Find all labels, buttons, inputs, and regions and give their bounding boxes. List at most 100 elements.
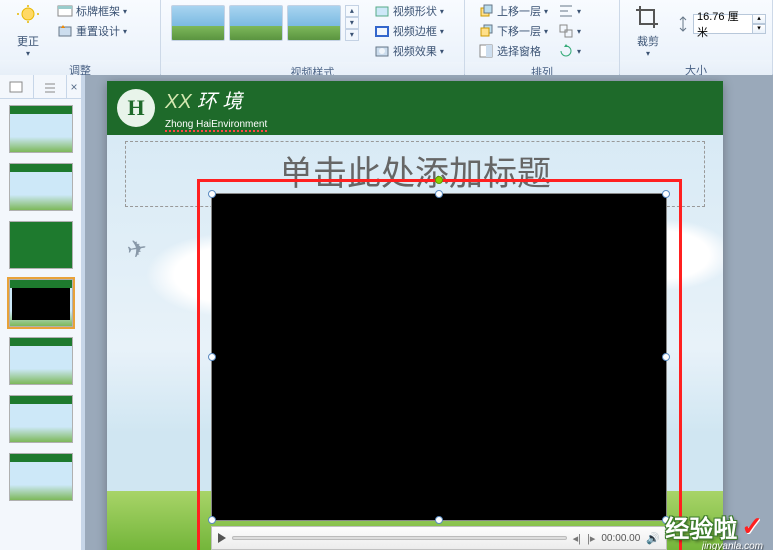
prev-frame-button[interactable]: ◂| bbox=[573, 532, 581, 545]
panel-close[interactable]: × bbox=[67, 75, 81, 98]
watermark-url: jingyanla.com bbox=[702, 541, 763, 550]
ribbon: 更正 ▾ 标牌框架 ▾ 重置设计 ▾ 调整 bbox=[0, 0, 773, 75]
align-button[interactable]: ▾ bbox=[557, 2, 582, 20]
video-border-button[interactable]: 视频边框 ▾ bbox=[371, 22, 447, 40]
crop-label: 裁剪 bbox=[637, 33, 659, 49]
chevron-down-icon: ▾ bbox=[440, 27, 444, 36]
border-icon bbox=[374, 23, 390, 39]
resize-handle[interactable] bbox=[662, 190, 670, 198]
chevron-down-icon: ▾ bbox=[544, 27, 548, 36]
video-object[interactable] bbox=[211, 193, 667, 521]
chevron-down-icon[interactable]: ▾ bbox=[345, 17, 359, 29]
poster-frame-button[interactable]: 标牌框架 ▾ bbox=[54, 2, 130, 20]
slide-thumb[interactable] bbox=[9, 337, 73, 385]
selection-pane-label: 选择窗格 bbox=[497, 43, 541, 59]
more-icon[interactable]: ▾ bbox=[345, 29, 359, 41]
slide: H XX 环 境 Zhong HaiEnvironment ✈ 单击此处添加标题 bbox=[107, 81, 723, 550]
chevron-down-icon: ▾ bbox=[440, 7, 444, 16]
slide-thumb[interactable] bbox=[9, 105, 73, 153]
reset-icon bbox=[57, 23, 73, 39]
corrections-label: 更正 bbox=[17, 33, 39, 49]
group-video-styles: ▴ ▾ ▾ 视频形状 ▾ 视频边框 ▾ 视频效果 bbox=[161, 0, 465, 74]
chevron-down-icon: ▾ bbox=[123, 27, 127, 36]
height-spinner[interactable]: ▴ ▾ bbox=[752, 14, 766, 34]
poster-frame-icon bbox=[57, 3, 73, 19]
check-icon: ✓ bbox=[741, 511, 763, 542]
poster-frame-label: 标牌框架 bbox=[76, 3, 120, 19]
chevron-down-icon: ▾ bbox=[440, 47, 444, 56]
resize-handle[interactable] bbox=[208, 516, 216, 524]
chevron-down-icon: ▾ bbox=[577, 27, 581, 36]
video-effects-button[interactable]: 视频效果 ▾ bbox=[371, 42, 447, 60]
resize-handle[interactable] bbox=[435, 190, 443, 198]
slide-thumb[interactable] bbox=[9, 163, 73, 211]
media-controls: ◂| |▸ 00:00.00 🔊 bbox=[211, 526, 667, 550]
send-backward-button[interactable]: 下移一层 ▾ bbox=[475, 22, 551, 40]
bring-forward-icon bbox=[478, 3, 494, 19]
style-thumb[interactable] bbox=[171, 5, 225, 41]
group-arrange: 上移一层 ▾ 下移一层 ▾ 选择窗格 ▾ bbox=[465, 0, 620, 74]
group-button[interactable]: ▾ bbox=[557, 22, 582, 40]
slide-thumb[interactable] bbox=[9, 395, 73, 443]
brand-en: Zhong HaiEnvironment bbox=[165, 119, 267, 132]
rotate-icon bbox=[558, 43, 574, 59]
chevron-up-icon[interactable]: ▴ bbox=[752, 14, 766, 24]
slide-thumb[interactable] bbox=[9, 453, 73, 501]
brand-cn: XX 环 境 bbox=[165, 85, 267, 114]
brand-suffix: 环 境 bbox=[197, 91, 243, 113]
chevron-down-icon: ▾ bbox=[544, 7, 548, 16]
group-size: 裁剪 ▾ 16.76 厘米 ▴ ▾ 大小 bbox=[620, 0, 773, 74]
corrections-button[interactable]: 更正 ▾ bbox=[6, 2, 50, 58]
height-input[interactable]: 16.76 厘米 bbox=[693, 14, 753, 34]
chevron-down-icon: ▾ bbox=[577, 47, 581, 56]
group-icon bbox=[558, 23, 574, 39]
send-backward-label: 下移一层 bbox=[497, 23, 541, 39]
play-button[interactable] bbox=[218, 533, 226, 543]
selection-pane-icon bbox=[478, 43, 494, 59]
chevron-down-icon: ▾ bbox=[26, 49, 30, 58]
next-frame-button[interactable]: |▸ bbox=[587, 532, 595, 545]
reset-design-button[interactable]: 重置设计 ▾ bbox=[54, 22, 130, 40]
brand-prefix: XX bbox=[165, 91, 192, 113]
chevron-up-icon[interactable]: ▴ bbox=[345, 5, 359, 17]
style-thumb[interactable] bbox=[287, 5, 341, 41]
align-icon bbox=[558, 3, 574, 19]
gallery-more[interactable]: ▴ ▾ ▾ bbox=[345, 5, 359, 41]
rotate-button[interactable]: ▾ bbox=[557, 42, 582, 60]
close-icon: × bbox=[70, 80, 77, 94]
chevron-down-icon[interactable]: ▾ bbox=[752, 24, 766, 34]
selection-pane-button[interactable]: 选择窗格 bbox=[475, 42, 551, 60]
crop-button[interactable]: 裁剪 ▾ bbox=[626, 2, 670, 58]
slide-canvas[interactable]: H XX 环 境 Zhong HaiEnvironment ✈ 单击此处添加标题 bbox=[85, 75, 773, 550]
watermark: 经验啦 ✓ bbox=[665, 509, 763, 544]
time-display: 00:00.00 bbox=[601, 533, 640, 544]
resize-handle[interactable] bbox=[435, 516, 443, 524]
bring-forward-label: 上移一层 bbox=[497, 3, 541, 19]
style-thumb[interactable] bbox=[229, 5, 283, 41]
chevron-down-icon: ▾ bbox=[646, 49, 650, 58]
style-gallery[interactable]: ▴ ▾ ▾ bbox=[171, 5, 359, 41]
tab-slides[interactable] bbox=[0, 75, 34, 98]
tab-outline[interactable] bbox=[34, 75, 68, 98]
volume-icon[interactable]: 🔊 bbox=[646, 532, 660, 545]
resize-handle[interactable] bbox=[662, 353, 670, 361]
video-shape-button[interactable]: 视频形状 ▾ bbox=[371, 2, 447, 20]
brightness-icon bbox=[14, 4, 42, 32]
thumbs-list[interactable] bbox=[0, 99, 81, 550]
rotate-handle[interactable] bbox=[435, 176, 443, 184]
slide-thumb[interactable] bbox=[9, 221, 73, 269]
height-icon bbox=[676, 16, 690, 32]
resize-handle[interactable] bbox=[208, 190, 216, 198]
crop-icon bbox=[634, 4, 662, 32]
slide-thumb[interactable] bbox=[9, 279, 73, 327]
logo: H bbox=[117, 89, 155, 127]
group-adjust: 更正 ▾ 标牌框架 ▾ 重置设计 ▾ 调整 bbox=[0, 0, 161, 74]
video-shape-label: 视频形状 bbox=[393, 3, 437, 19]
reset-design-label: 重置设计 bbox=[76, 23, 120, 39]
seek-track[interactable] bbox=[232, 536, 567, 540]
resize-handle[interactable] bbox=[208, 353, 216, 361]
slides-panel: × bbox=[0, 75, 85, 550]
video-border-label: 视频边框 bbox=[393, 23, 437, 39]
bring-forward-button[interactable]: 上移一层 ▾ bbox=[475, 2, 551, 20]
slide-banner: H XX 环 境 Zhong HaiEnvironment bbox=[107, 81, 723, 135]
